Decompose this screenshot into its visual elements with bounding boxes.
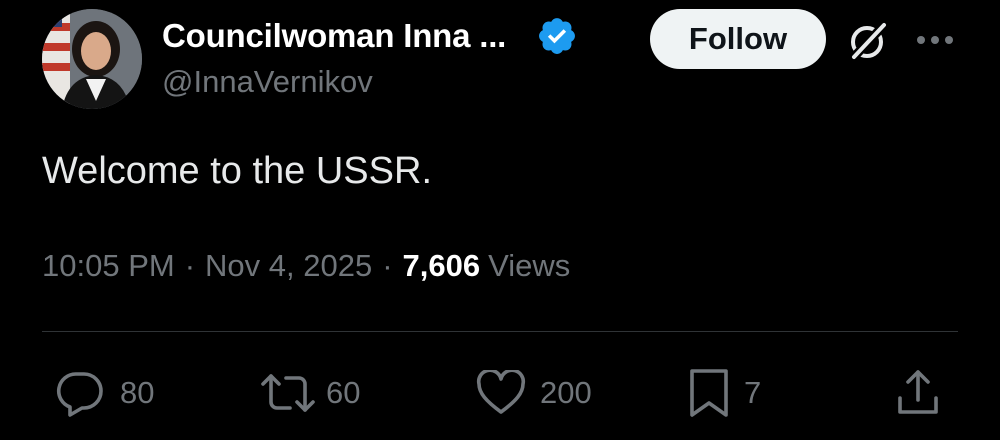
reply-count: 80 <box>120 375 155 410</box>
reply-button[interactable]: 80 <box>54 368 154 418</box>
bookmark-icon <box>690 369 728 417</box>
author-name-row: Councilwoman Inna ... <box>162 14 578 58</box>
repost-count: 60 <box>326 375 361 410</box>
author-display-name[interactable]: Councilwoman Inna ... <box>162 17 506 55</box>
like-button[interactable]: 200 <box>476 368 592 418</box>
views-label: Views <box>488 248 571 283</box>
tweet-meta: 10:05 PM · Nov 4, 2025 · 7,606 Views <box>42 248 570 284</box>
tweet-card: Councilwoman Inna ... @InnaVernikov Foll… <box>0 0 1000 440</box>
avatar[interactable] <box>42 9 142 109</box>
grok-icon[interactable] <box>845 18 891 64</box>
verified-badge-icon[interactable] <box>536 15 578 57</box>
meta-separator: · <box>184 248 196 283</box>
reply-icon <box>56 372 103 417</box>
follow-button[interactable]: Follow <box>650 9 826 69</box>
tweet-text: Welcome to the USSR. <box>42 150 433 192</box>
divider <box>42 331 958 332</box>
bookmark-button[interactable]: 7 <box>688 368 761 418</box>
repost-icon <box>261 374 315 412</box>
tweet-date[interactable]: Nov 4, 2025 <box>205 248 372 284</box>
share-icon <box>898 370 938 414</box>
repost-button[interactable]: 60 <box>258 368 360 418</box>
tweet-time[interactable]: 10:05 PM <box>42 248 175 284</box>
bookmark-count: 7 <box>744 375 762 410</box>
heart-icon <box>476 370 526 414</box>
meta-separator: · <box>382 248 393 283</box>
views-count: 7,606 <box>402 248 481 283</box>
share-button[interactable] <box>894 368 942 418</box>
like-count: 200 <box>540 375 592 410</box>
author-handle[interactable]: @InnaVernikov <box>162 64 373 100</box>
more-icon[interactable] <box>913 26 957 54</box>
